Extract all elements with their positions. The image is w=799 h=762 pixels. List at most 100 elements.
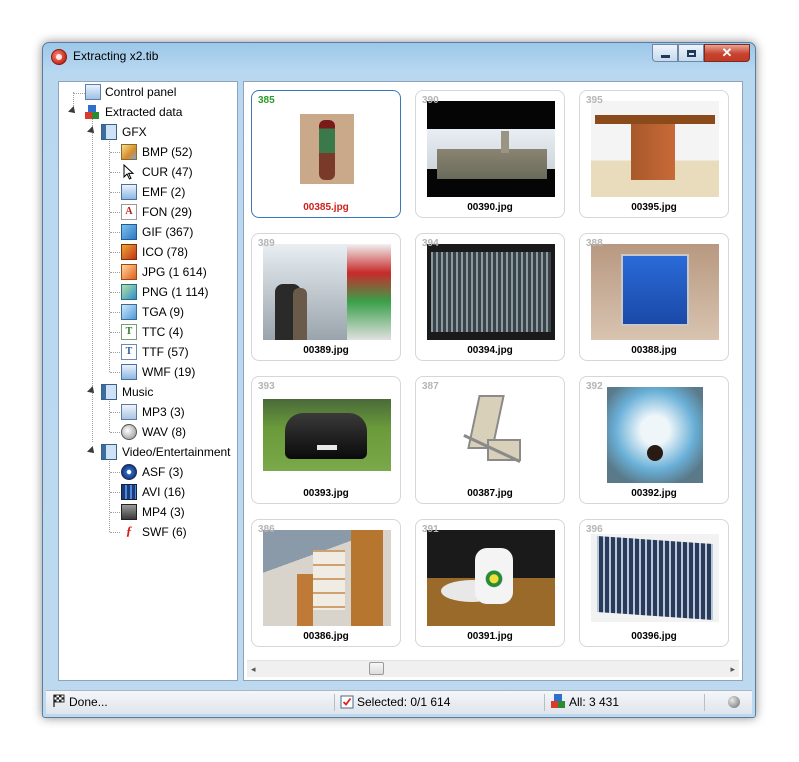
mp4-file-icon — [121, 504, 137, 520]
tree-item-wmf[interactable]: WMF (19) — [59, 362, 237, 382]
status-selected: Selected: 0/1 614 — [340, 691, 450, 713]
thumbnail-tile[interactable]: 385 00385.jpg — [251, 90, 401, 218]
tree-item-mp4[interactable]: MP4 (3) — [59, 502, 237, 522]
tree-item-label: PNG (1 114) — [142, 285, 209, 299]
tree-item-label: ICO (78) — [142, 245, 189, 259]
scroll-right-icon[interactable]: ▸ — [730, 664, 735, 675]
tree-item-label: CUR (47) — [142, 165, 193, 179]
tree-item-label: ASF (3) — [142, 465, 184, 479]
maximize-button[interactable] — [678, 44, 704, 62]
tree-item-cur[interactable]: CUR (47) — [59, 162, 237, 182]
tree-item-ttc[interactable]: T TTC (4) — [59, 322, 237, 342]
thumbnail-tile[interactable]: 389 00389.jpg — [251, 233, 401, 361]
tree-line — [110, 212, 120, 213]
status-all: All: 3 431 — [550, 691, 619, 713]
thumbnail-tile[interactable]: 395 00395.jpg — [579, 90, 729, 218]
thumbnail-tile[interactable]: 387 00387.jpg — [415, 376, 565, 504]
ttc-file-icon: T — [121, 324, 137, 340]
close-button[interactable]: ✕ — [704, 44, 750, 62]
tree-item-gif[interactable]: GIF (367) — [59, 222, 237, 242]
tree-line — [110, 152, 120, 153]
tree-item-emf[interactable]: EMF (2) — [59, 182, 237, 202]
thumbnail-number: 390 — [422, 95, 439, 106]
main-window: Extracting x2.tib ✕ Control panel Extrac… — [42, 42, 756, 718]
thumbnail-number: 392 — [586, 381, 603, 392]
tree-item-bmp[interactable]: BMP (52) — [59, 142, 237, 162]
thumbnail-tile[interactable]: 394 00394.jpg — [415, 233, 565, 361]
tree-item-png[interactable]: PNG (1 114) — [59, 282, 237, 302]
tree-line — [110, 432, 120, 433]
tree-line — [110, 372, 120, 373]
scrollbar-thumb[interactable] — [369, 662, 384, 675]
thumbnail-image — [591, 101, 719, 197]
tree-item-extracted-data[interactable]: Extracted data — [59, 102, 237, 122]
tree-item-control-panel[interactable]: Control panel — [59, 82, 237, 102]
minimize-button[interactable] — [652, 44, 678, 62]
thumbnail-grid[interactable]: 385 00385.jpg 389 00389.jpg 393 00393.jpg 386 0… — [243, 81, 743, 681]
thumbnail-tile[interactable]: 390 00390.jpg — [415, 90, 565, 218]
bmp-file-icon — [121, 144, 137, 160]
tree-item-video-entertainment[interactable]: Video/Entertainment — [59, 442, 237, 462]
tree-item-music[interactable]: Music — [59, 382, 237, 402]
thumbnail-image — [427, 530, 555, 626]
tree-item-wav[interactable]: WAV (8) — [59, 422, 237, 442]
tree-item-label: FON (29) — [142, 205, 193, 219]
tree-item-asf[interactable]: ASF (3) — [59, 462, 237, 482]
tree-item-gfx[interactable]: GFX — [59, 122, 237, 142]
thumbnail-number: 393 — [258, 381, 275, 392]
tree-item-avi[interactable]: AVI (16) — [59, 482, 237, 502]
asf-file-icon — [121, 464, 137, 480]
thumbnail-tile[interactable]: 388 00388.jpg — [579, 233, 729, 361]
thumbnail-number: 396 — [586, 524, 603, 535]
swf-file-icon: ƒ — [125, 523, 133, 538]
thumbnail-tile[interactable]: 392 00392.jpg — [579, 376, 729, 504]
tree-item-mp3[interactable]: MP3 (3) — [59, 402, 237, 422]
app-icon[interactable] — [51, 49, 67, 65]
all-items-icon — [551, 694, 565, 708]
tree-line — [110, 472, 120, 473]
jpg-file-icon — [121, 264, 137, 280]
tree-item-label: MP3 (3) — [142, 405, 185, 419]
thumbnail-filename: 00391.jpg — [467, 631, 513, 642]
thumbnail-tile[interactable]: 393 00393.jpg — [251, 376, 401, 504]
png-file-icon — [121, 284, 137, 300]
close-icon: ✕ — [721, 45, 733, 60]
category-tree[interactable]: Control panel Extracted data GFX BMP (52… — [58, 81, 238, 681]
collapse-arrow-icon[interactable] — [87, 386, 97, 396]
gfx-folder-icon — [101, 124, 117, 140]
thumbnail-tile[interactable]: 396 00396.jpg — [579, 519, 729, 647]
tree-item-label: TGA (9) — [142, 305, 185, 319]
thumbnail-filename: 00396.jpg — [631, 631, 677, 642]
tree-item-swf[interactable]: ƒ SWF (6) — [59, 522, 237, 542]
cur-file-icon — [121, 163, 137, 180]
status-separator — [544, 694, 545, 711]
tree-line — [110, 292, 120, 293]
extracted-data-icon — [84, 104, 100, 120]
status-separator — [334, 694, 335, 711]
thumbnail-filename: 00389.jpg — [303, 345, 349, 356]
tree-item-ico[interactable]: ICO (78) — [59, 242, 237, 262]
tree-item-fon[interactable]: A FON (29) — [59, 202, 237, 222]
tree-line — [110, 332, 120, 333]
thumbnail-number: 385 — [258, 95, 275, 106]
tree-item-ttf[interactable]: T TTF (57) — [59, 342, 237, 362]
tree-item-tga[interactable]: TGA (9) — [59, 302, 237, 322]
horizontal-scrollbar[interactable]: ◂ ▸ — [247, 660, 739, 677]
scroll-left-icon[interactable]: ◂ — [251, 664, 256, 675]
gif-file-icon — [121, 224, 137, 240]
tree-item-label: WMF (19) — [142, 365, 196, 379]
collapse-arrow-icon[interactable] — [68, 106, 78, 116]
title-bar[interactable]: Extracting x2.tib ✕ — [43, 43, 755, 71]
thumbnail-tile[interactable]: 391 00391.jpg — [415, 519, 565, 647]
tga-file-icon — [121, 304, 137, 320]
tree-item-label: EMF (2) — [142, 185, 186, 199]
thumbnail-filename: 00390.jpg — [467, 202, 513, 213]
fon-file-icon: A — [121, 204, 137, 220]
collapse-arrow-icon[interactable] — [87, 126, 97, 136]
thumbnail-filename: 00385.jpg — [303, 202, 349, 213]
thumbnail-tile[interactable]: 386 00386.jpg — [251, 519, 401, 647]
avi-file-icon — [121, 484, 137, 500]
thumbnail-image — [263, 399, 391, 471]
collapse-arrow-icon[interactable] — [87, 446, 97, 456]
tree-item-jpg[interactable]: JPG (1 614) — [59, 262, 237, 282]
